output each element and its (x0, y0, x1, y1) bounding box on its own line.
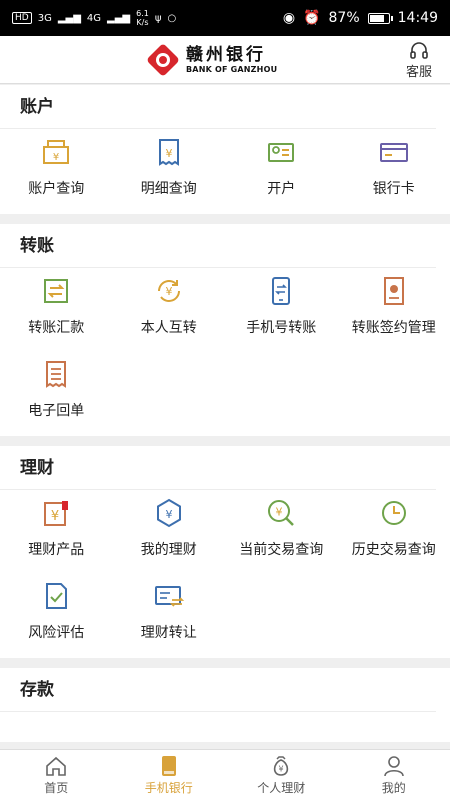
menu-item-label: 转账汇款 (28, 320, 85, 336)
menu-item-label: 明细查询 (140, 181, 197, 197)
menu-item-wealth-transfer[interactable]: 理财转让 (113, 573, 226, 656)
mobile-bank-icon (161, 755, 176, 776)
section-title: 理财 (0, 446, 436, 490)
battery-icon (367, 12, 393, 24)
battery-percent: 87% (328, 10, 360, 26)
tab-label: 首页 (44, 780, 69, 795)
account-query-icon: ¥ (43, 140, 70, 164)
svg-text:¥: ¥ (276, 506, 283, 519)
risk-assessment-icon (46, 583, 68, 609)
network-speed-unit: K/s (136, 18, 149, 27)
wealth-product-icon: ¥ (44, 501, 69, 526)
transfer-contract-icon (383, 277, 404, 305)
bank-logo: 赣州银行 BANK OF GANZHOU (146, 40, 306, 80)
profile-icon (383, 755, 404, 776)
bank-logo-icon (147, 44, 179, 76)
usb-icon: ψ (154, 12, 162, 24)
wealth-transfer-icon (154, 586, 184, 607)
menu-item-label: 银行卡 (372, 181, 415, 197)
menu-item-phone-transfer[interactable]: 手机号转账 (225, 268, 338, 351)
my-wealth-icon: ¥ (156, 498, 181, 528)
hd-indicator: HD (12, 12, 32, 24)
menu-item-account-query[interactable]: ¥ 账户查询 (0, 129, 113, 212)
history-trade-icon (381, 501, 406, 525)
tab-mobile-bank[interactable]: 手机银行 (113, 750, 226, 800)
menu-item-label: 转账签约管理 (351, 320, 436, 336)
svg-text:¥: ¥ (165, 147, 172, 160)
menu-item-bank-card[interactable]: 银行卡 (338, 129, 450, 212)
alarm-icon: ⏰ (303, 10, 321, 26)
menu-item-label: 理财转让 (140, 625, 197, 641)
svg-text:¥: ¥ (279, 764, 284, 773)
section-title: 转账 (0, 224, 436, 268)
svg-text:¥: ¥ (53, 152, 59, 163)
menu-item-e-receipt[interactable]: 电子回单 (0, 351, 113, 434)
menu-item-transfer[interactable]: 转账汇款 (0, 268, 113, 351)
personal-finance-icon: ¥ (274, 755, 289, 776)
bank-name-cn: 赣州银行 (186, 45, 266, 65)
tab-profile[interactable]: 我的 (338, 750, 450, 800)
network-speed-value: 6.1 (136, 9, 149, 18)
svg-text:¥: ¥ (165, 508, 172, 521)
menu-item-label: 理财产品 (28, 542, 85, 558)
menu-item-label: 本人互转 (140, 320, 197, 336)
menu-item-label: 当前交易查询 (239, 542, 324, 558)
network-3g-indicator: 3G (37, 12, 52, 24)
menu-item-wealth-product[interactable]: ¥ 理财产品 (0, 490, 113, 573)
main-content[interactable]: 账户 ¥ 账户查询 ¥ 明细查询 开户 银行卡 转账 转账汇款 ¥ 本人互转 手… (0, 85, 450, 749)
signal-icon: ▂▄▆ (57, 12, 81, 24)
headset-icon (410, 42, 428, 59)
menu-item-label: 我的理财 (140, 542, 197, 558)
current-trade-icon: ¥ (268, 500, 295, 526)
section-title: 存款 (0, 668, 436, 712)
e-receipt-icon (46, 361, 67, 388)
bank-card-icon (379, 143, 408, 162)
svg-text:¥: ¥ (51, 509, 59, 524)
menu-item-my-wealth[interactable]: ¥ 我的理财 (113, 490, 226, 573)
menu-item-label: 开户 (267, 181, 296, 197)
sync-icon: ○ (167, 12, 177, 24)
menu-item-self-transfer[interactable]: ¥ 本人互转 (113, 268, 226, 351)
section-wealth: 理财 ¥ 理财产品 ¥ 我的理财 ¥ 当前交易查询 历史交易查询 风险评估 理财… (0, 446, 450, 658)
section-deposit: 存款 (0, 668, 450, 742)
bank-name-en: BANK OF GANZHOU (186, 65, 278, 74)
open-account-icon (268, 143, 295, 162)
tab-label: 我的 (381, 780, 406, 795)
phone-transfer-icon (272, 277, 291, 305)
menu-item-transfer-contract[interactable]: 转账签约管理 (338, 268, 450, 351)
section-transfer: 转账 转账汇款 ¥ 本人互转 手机号转账 转账签约管理 电子回单 (0, 224, 450, 436)
menu-item-risk-assessment[interactable]: 风险评估 (0, 573, 113, 656)
menu-item-history-trade[interactable]: 历史交易查询 (338, 490, 450, 573)
menu-item-open-account[interactable]: 开户 (225, 129, 338, 212)
signal-icon-2: ▂▄▆ (107, 12, 131, 24)
home-icon (46, 756, 67, 776)
clock: 14:49 (397, 10, 438, 26)
menu-item-detail-query[interactable]: ¥ 明细查询 (113, 129, 226, 212)
detail-query-icon: ¥ (158, 139, 179, 166)
menu-item-label: 账户查询 (28, 181, 85, 197)
menu-item-current-trade[interactable]: ¥ 当前交易查询 (225, 490, 338, 573)
tab-label: 手机银行 (144, 780, 193, 795)
status-bar: HD 3G ▂▄▆ 4G ▂▄▆ 6.1 K/s ψ ○ ◉ ⏰ 87% 14:… (0, 0, 450, 36)
section-account: 账户 ¥ 账户查询 ¥ 明细查询 开户 银行卡 (0, 85, 450, 214)
eye-icon: ◉ (282, 10, 296, 26)
customer-service-button[interactable]: 客服 (402, 42, 436, 80)
menu-item-label: 电子回单 (28, 403, 85, 419)
transfer-icon (44, 279, 69, 303)
menu-item-label: 风险评估 (28, 625, 85, 641)
bottom-tab-bar: 首页 手机银行 ¥ 个人理财 我的 (0, 749, 450, 800)
menu-item-label: 手机号转账 (246, 320, 317, 336)
customer-service-label: 客服 (405, 65, 432, 80)
menu-item-label: 历史交易查询 (351, 542, 436, 558)
section-title: 账户 (0, 85, 436, 129)
network-4g-indicator: 4G (86, 12, 102, 24)
tab-label: 个人理财 (257, 780, 306, 795)
tab-home[interactable]: 首页 (0, 750, 113, 800)
self-transfer-icon: ¥ (157, 280, 180, 302)
app-header: 赣州银行 BANK OF GANZHOU 客服 (0, 36, 450, 84)
tab-personal-finance[interactable]: ¥ 个人理财 (225, 750, 338, 800)
svg-text:¥: ¥ (165, 285, 172, 298)
network-speed: 6.1 K/s (136, 9, 149, 27)
